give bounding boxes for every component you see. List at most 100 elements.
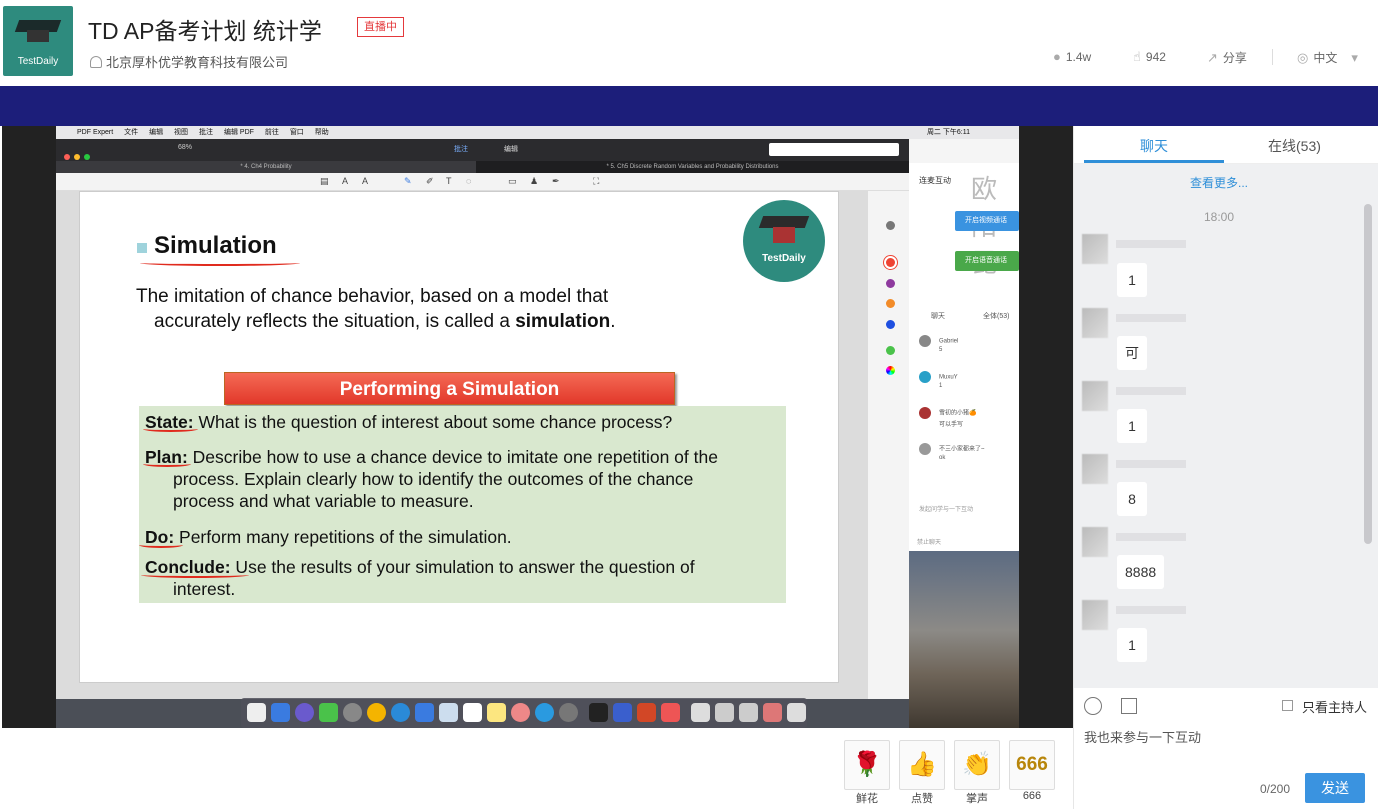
mac-video-call-button: 开启视频通话 — [955, 211, 1019, 231]
avatar — [919, 443, 931, 455]
send-button[interactable]: 发送 — [1305, 773, 1365, 803]
avatar — [1082, 234, 1108, 264]
emoji-icon[interactable] — [1084, 697, 1102, 715]
menu-edit-pdf: 编辑 PDF — [223, 129, 254, 136]
simulation-steps-box: State: What is the question of interest … — [139, 406, 786, 603]
chat-input[interactable]: 我也来参与一下互动 — [1084, 727, 1201, 746]
performing-simulation-banner: Performing a Simulation — [224, 372, 675, 405]
menu-help: 帮助 — [314, 129, 329, 136]
chat-message-list[interactable]: 查看更多... 18:00 1 可 1 8 8888 1 — [1074, 164, 1378, 688]
red-underline-mark — [141, 572, 249, 578]
pdf-tabs: * 4. Ch4 Probability * 5. Ch5 Discrete R… — [56, 161, 909, 173]
gift-666[interactable]: 666 — [1009, 740, 1055, 790]
step-state: State: What is the question of interest … — [145, 412, 673, 432]
tab-chat[interactable]: 聊天 — [1140, 136, 1168, 156]
share-button[interactable]: ↗ 分享 — [1207, 49, 1247, 66]
app-icon — [415, 703, 434, 722]
menu-window: 窗口 — [289, 129, 304, 136]
menu-go: 前往 — [264, 129, 279, 136]
language-select[interactable]: ◎ 中文 ▾ — [1297, 49, 1363, 66]
pdf-search-field — [769, 143, 899, 156]
slide-logo: TestDaily — [743, 200, 825, 282]
pdf-page: TestDaily Simulation The imitation of ch… — [80, 192, 838, 682]
p-app-icon — [613, 703, 632, 722]
definition-line: The imitation of chance behavior, based … — [136, 286, 609, 307]
red-underline-mark — [143, 426, 198, 432]
underline-icon: A — [342, 176, 349, 186]
avatar — [919, 371, 931, 383]
purple-color-icon — [886, 279, 895, 288]
page-header: TestDaily TD AP备考计划 统计学 直播中 北京厚朴优学教育科技有限… — [0, 0, 1378, 86]
annotation-tools: ▤ A A ✎ ✐ T ◌ ▭ ♟ ✒ ⛶ — [56, 173, 909, 191]
definition-text: The imitation of chance behavior, based … — [136, 284, 696, 334]
testdaily-logo[interactable]: TestDaily — [3, 6, 73, 76]
avatar — [919, 407, 931, 419]
avatar — [1082, 600, 1108, 630]
mac-chat-hint: 发起问学与一下互动 — [919, 507, 974, 513]
pdf-toolbar: 68% 批注 编辑 — [56, 139, 909, 161]
calendar-icon — [463, 703, 482, 722]
step-plan: Plan: Describe how to use a chance devic… — [145, 447, 718, 511]
gift-like[interactable]: 👍 — [899, 740, 945, 790]
like-button[interactable]: ☝ 942 — [1133, 49, 1166, 65]
avatar — [1082, 527, 1108, 557]
mac-chat-section: 连麦互动 — [919, 176, 951, 185]
mac-chat-window: 连麦互动 欧阳昆 开启视频通话 开启语音通话 聊天全体(53) Gabriel5… — [909, 139, 1019, 551]
only-host-checkbox[interactable] — [1282, 700, 1293, 711]
rose-icon: 🌹 — [852, 751, 882, 778]
minimize-dot-icon — [74, 154, 80, 160]
app-store-icon — [535, 703, 554, 722]
chat-message: 8888 — [1117, 555, 1165, 589]
mac-mute-toggle: 禁止聊天 — [917, 540, 942, 546]
menu-pdf-expert: PDF Expert — [77, 129, 114, 136]
user-icon — [90, 56, 102, 68]
color-palette — [868, 191, 909, 699]
logo-label: TestDaily — [17, 56, 59, 67]
chat-timestamp: 18:00 — [1203, 210, 1235, 224]
live-badge: 直播中 — [357, 17, 404, 37]
chevron-down-icon: ▾ — [1351, 50, 1358, 65]
document-icon[interactable] — [1121, 698, 1137, 714]
trash-icon — [787, 703, 806, 722]
green-color-icon — [886, 346, 895, 355]
pdf-tab-ch4: * 4. Ch4 Probability — [56, 161, 476, 173]
globe-icon: ◎ — [1297, 50, 1309, 65]
mac-chat-message: 雪初的小猪🍊 可以手写 — [919, 407, 976, 428]
text-tool-icon: T — [446, 176, 452, 186]
window-icon — [739, 703, 758, 722]
orange-color-icon — [886, 299, 895, 308]
desktop-wallpaper — [909, 551, 1019, 728]
company-name[interactable]: 北京厚朴优学教育科技有限公司 — [90, 52, 288, 71]
graduation-cap-body — [27, 30, 49, 42]
chat-panel: 聊天 在线(53) 查看更多... 18:00 1 可 1 8 8888 1 只… — [1073, 126, 1378, 809]
mac-audio-call-button: 开启语音通话 — [955, 251, 1019, 271]
menu-annotate: 批注 — [199, 129, 213, 136]
gift-clap[interactable]: 👏 — [954, 740, 1000, 790]
comment-icon: ▭ — [508, 176, 517, 186]
window-icon — [715, 703, 734, 722]
shared-screen: PDF Expert 文件 编辑 视图 批注 编辑 PDF 前往 窗口 帮助 周… — [56, 126, 1019, 728]
avatar — [1082, 454, 1108, 484]
chat-message: 1 — [1117, 263, 1147, 297]
safari-icon — [391, 703, 410, 722]
username — [1116, 460, 1186, 468]
tab-online[interactable]: 在线(53) — [1268, 136, 1321, 156]
avatar — [1082, 381, 1108, 411]
siri-icon — [295, 703, 314, 722]
fire-icon: ● — [1053, 49, 1061, 64]
clap-icon: 👏 — [962, 751, 992, 778]
username — [1116, 314, 1186, 322]
settings-icon — [559, 703, 578, 722]
divider — [1272, 49, 1273, 65]
pdf-expert-window: 68% 批注 编辑 * 4. Ch4 Probability * 5. Ch5 … — [56, 139, 909, 699]
chat-scrollbar[interactable] — [1364, 204, 1372, 544]
red-underline-mark — [139, 542, 183, 548]
gift-rose[interactable]: 🌹 — [844, 740, 890, 790]
like-icon: 👍 — [907, 751, 937, 778]
text-style-icon: ▤ — [320, 176, 329, 186]
highlighter-icon: ✐ — [426, 176, 434, 186]
see-more-link[interactable]: 查看更多... — [1074, 174, 1364, 191]
gift-label: 鲜花 — [856, 793, 878, 805]
powerpoint-icon — [637, 703, 656, 722]
launchpad-icon — [343, 703, 362, 722]
